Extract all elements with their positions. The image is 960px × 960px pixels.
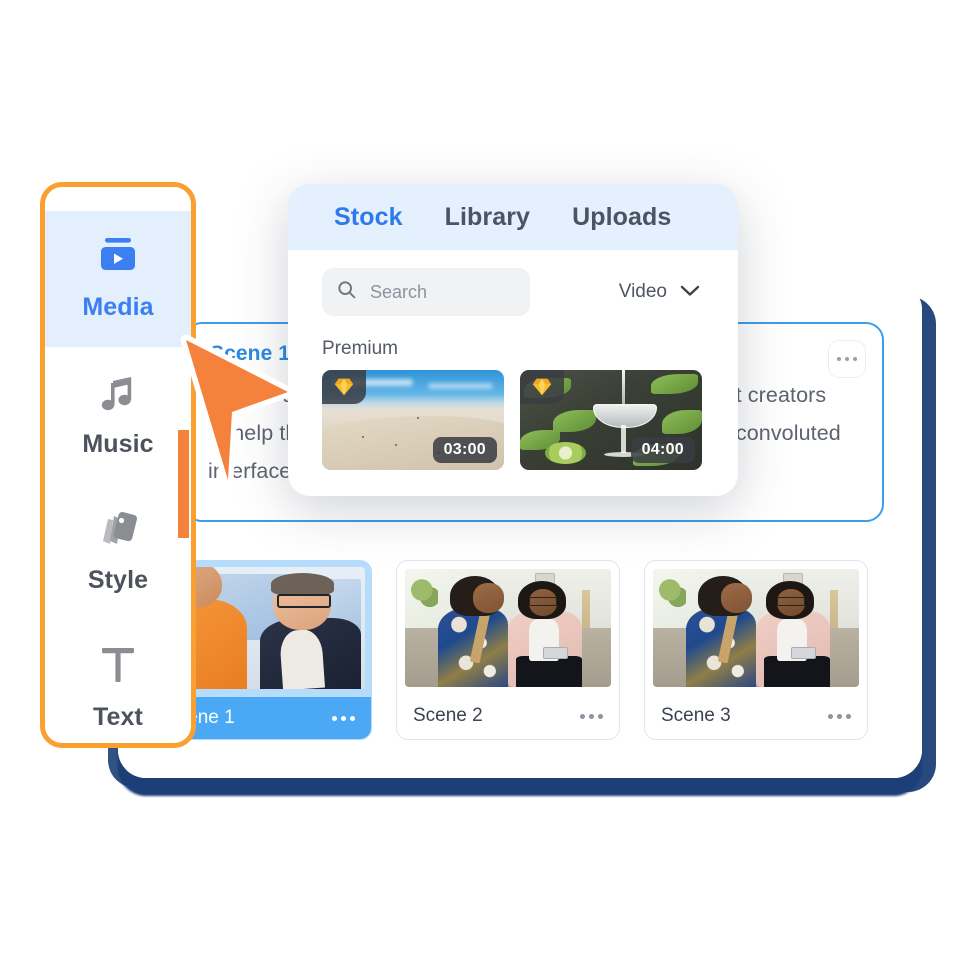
scene-list: Scene 1 Scene 2 Scene 3	[148, 560, 868, 740]
text-t-icon	[96, 642, 140, 693]
more-options-icon[interactable]	[580, 713, 603, 719]
sidebar-item-label: Music	[82, 430, 154, 458]
tab-library[interactable]: Library	[445, 203, 530, 232]
more-options-icon[interactable]	[828, 340, 866, 378]
media-video-icon	[94, 236, 142, 283]
media-thumbnail-2[interactable]: 04:00	[520, 370, 702, 470]
tab-uploads[interactable]: Uploads	[572, 203, 671, 232]
music-note-icon	[96, 371, 140, 420]
media-type-value: Video	[618, 281, 667, 302]
tab-stock[interactable]: Stock	[334, 203, 403, 232]
sidebar-item-label: Style	[87, 566, 149, 594]
scene-thumbnail	[405, 569, 611, 687]
pointer-cursor-icon	[170, 330, 300, 560]
more-options-icon[interactable]	[332, 715, 355, 721]
search-input[interactable]	[368, 280, 516, 304]
media-thumbnail-grid: 03:00 04:00	[310, 370, 716, 470]
search-icon	[336, 279, 357, 305]
search-box[interactable]	[322, 268, 530, 316]
scene-card-2[interactable]: Scene 2	[396, 560, 620, 740]
app-screenshot: Scene 1 Visia is a platform built for di…	[0, 0, 960, 960]
media-thumbnail-1[interactable]: 03:00	[322, 370, 504, 470]
scene-thumbnail	[653, 569, 859, 687]
sidebar-item-label: Media	[82, 293, 154, 321]
scene-label: Scene 3	[661, 705, 731, 726]
section-title-premium: Premium	[322, 338, 399, 359]
scene-label: Scene 2	[413, 705, 483, 726]
sidebar-item-media[interactable]: Media	[45, 211, 191, 347]
popup-tab-bar: Stock Library Uploads	[288, 184, 738, 250]
style-cards-icon	[95, 507, 141, 556]
chevron-down-icon[interactable]	[680, 281, 700, 303]
more-options-icon[interactable]	[828, 713, 851, 719]
thumbnail-duration: 03:00	[432, 437, 497, 463]
sidebar-item-text[interactable]: Text	[45, 619, 191, 743]
premium-gem-icon	[520, 370, 564, 404]
search-filter-row: Video	[310, 268, 716, 316]
premium-gem-icon	[322, 370, 366, 404]
sidebar-item-label: Text	[93, 703, 143, 731]
media-library-popup: Stock Library Uploads Video	[288, 184, 738, 496]
media-type-filter[interactable]: Video	[619, 281, 700, 303]
thumbnail-duration: 04:00	[630, 437, 695, 463]
scene-card-3[interactable]: Scene 3	[644, 560, 868, 740]
